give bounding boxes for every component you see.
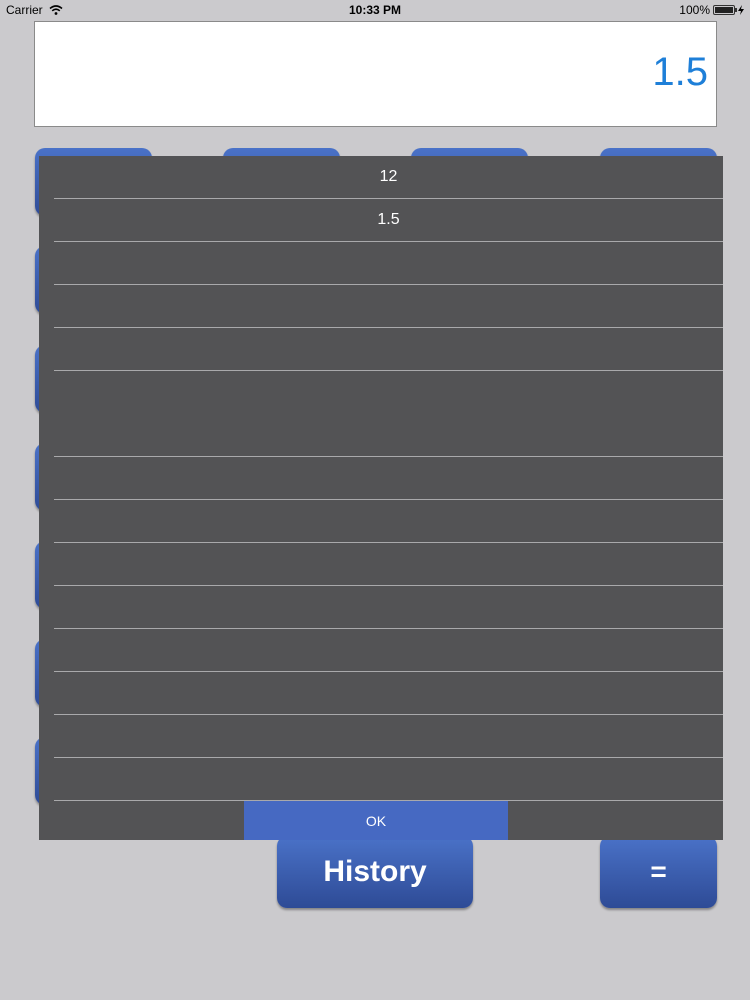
calculator-display: 1.5 — [34, 21, 717, 127]
ok-button[interactable]: OK — [244, 801, 508, 840]
history-row[interactable] — [54, 543, 723, 586]
history-row[interactable] — [54, 715, 723, 758]
battery-icon — [713, 5, 737, 15]
history-row[interactable] — [54, 371, 723, 457]
battery-indicator: 100% — [679, 3, 744, 17]
equals-button[interactable]: = — [600, 836, 717, 908]
history-row[interactable] — [54, 758, 723, 801]
clock: 10:33 PM — [348, 3, 402, 17]
history-button[interactable]: History — [277, 836, 473, 908]
history-row[interactable] — [54, 242, 723, 285]
history-row[interactable] — [54, 457, 723, 500]
charging-bolt-icon — [738, 5, 744, 15]
display-value: 1.5 — [652, 50, 708, 94]
history-row[interactable] — [54, 586, 723, 629]
history-row[interactable]: 1.5 — [54, 199, 723, 242]
history-row[interactable] — [54, 629, 723, 672]
history-row[interactable] — [54, 285, 723, 328]
history-row[interactable]: 12 — [54, 156, 723, 199]
status-bar: Carrier 10:33 PM 100% — [0, 0, 750, 20]
history-row[interactable] — [54, 500, 723, 543]
history-row[interactable] — [54, 672, 723, 715]
history-row[interactable] — [54, 328, 723, 371]
battery-percent: 100% — [679, 3, 710, 17]
history-list: 12 1.5 — [54, 156, 723, 801]
history-panel: 12 1.5 OK — [39, 156, 723, 840]
